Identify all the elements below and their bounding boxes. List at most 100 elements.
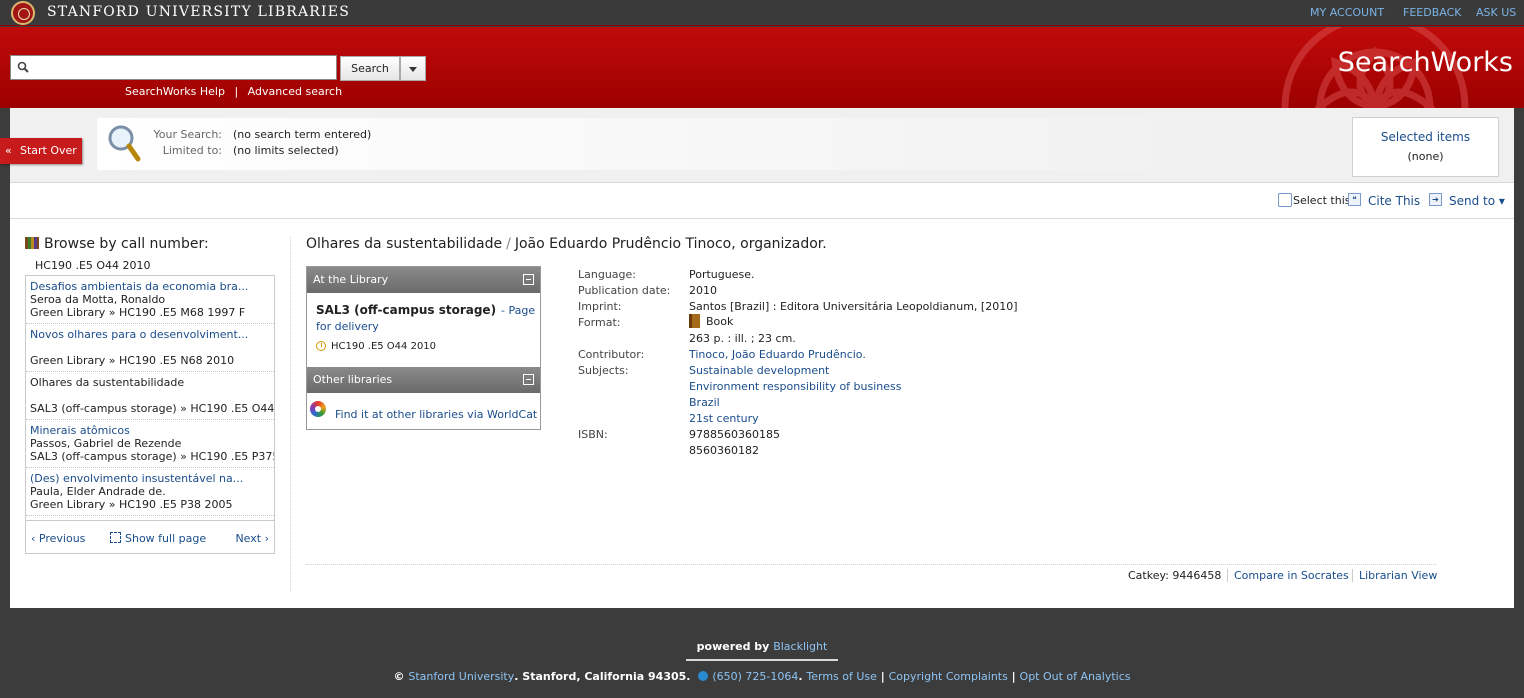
browse-item-title[interactable]: Desafios ambientais da economia bra... <box>30 280 274 293</box>
search-header: Search SearchWorks Help | Advanced searc… <box>0 27 1524 108</box>
at-library-heading: At the Library <box>313 273 389 286</box>
search-input[interactable] <box>10 55 337 80</box>
subject-link[interactable]: Brazil <box>689 396 720 409</box>
browse-item-title[interactable]: Novos olhares para o desenvolviment... <box>30 328 274 341</box>
browse-item[interactable]: (Des) envolvimento insustentável na... P… <box>26 468 274 516</box>
other-libraries-header[interactable]: Other libraries <box>307 367 540 393</box>
format-value: Book <box>689 314 733 328</box>
next-link[interactable]: Next › <box>235 532 269 545</box>
search-options-dropdown[interactable] <box>400 56 426 81</box>
stanford-libraries-brand[interactable]: STANFORD UNIVERSITY LIBRARIES <box>47 4 350 20</box>
pubdate-value: 2010 <box>689 284 717 297</box>
subject-link[interactable]: 21st century <box>689 412 759 425</box>
chevron-right-icon: › <box>261 532 269 545</box>
caret-down-icon: ▾ <box>1498 194 1505 208</box>
collapse-icon[interactable] <box>523 274 534 285</box>
advanced-search-link[interactable]: Advanced search <box>248 85 342 98</box>
show-full-page-label: Show full page <box>125 532 207 545</box>
browse-item-callnumber: SAL3 (off-campus storage) » HC190 .E5 P3… <box>30 450 274 463</box>
select-this-checkbox[interactable] <box>1278 193 1292 207</box>
worldcat-link[interactable]: Find it at other libraries via WorldCat <box>335 408 537 421</box>
ask-us-link[interactable]: ASK US <box>1476 6 1516 19</box>
browse-item[interactable]: Desafios ambientais da economia bra... S… <box>26 276 274 324</box>
browse-item-author: Passos, Gabriel de Rezende <box>30 437 182 450</box>
my-account-link[interactable]: MY ACCOUNT <box>1310 6 1384 19</box>
contributor-link[interactable]: Tinoco, João Eduardo Prudêncio. <box>689 348 866 361</box>
browse-item-title: Olhares da sustentabilidade <box>30 376 185 389</box>
select-this-label[interactable]: Select this <box>1293 194 1351 207</box>
browse-item-callnumber: Green Library » HC190 .E5 P38 2005 <box>30 498 233 511</box>
feedback-link[interactable]: FEEDBACK <box>1403 6 1461 19</box>
top-bar: STANFORD UNIVERSITY LIBRARIES MY ACCOUNT… <box>0 0 1524 26</box>
pubdate-label: Publication date: <box>578 284 671 297</box>
searchworks-help-link[interactable]: SearchWorks Help <box>125 85 225 98</box>
imprint-label: Imprint: <box>578 300 622 313</box>
main-content: « Start Over Your Search: (no search ter… <box>0 108 1514 608</box>
browse-list: Desafios ambientais da economia bra... S… <box>25 275 275 554</box>
isbn-label: ISBN: <box>578 428 608 441</box>
browse-item-current: Olhares da sustentabilidade SAL3 (off-ca… <box>26 372 274 420</box>
previous-link[interactable]: ‹ Previous <box>31 532 85 545</box>
browse-item-title[interactable]: (Des) envolvimento insustentável na... <box>30 472 274 485</box>
selected-items-box[interactable]: Selected items (none) <box>1352 117 1499 177</box>
title-separator: / <box>506 236 511 252</box>
column-divider <box>290 236 291 591</box>
browse-item[interactable]: Novos olhares para o desenvolviment... G… <box>26 324 274 372</box>
contributor-label: Contributor: <box>578 348 645 361</box>
cite-this-link[interactable]: Cite This <box>1368 194 1420 208</box>
physical-description: 263 p. : ill. ; 23 cm. <box>689 332 796 345</box>
browse-current-callnumber: HC190 .E5 O44 2010 <box>35 259 151 272</box>
terms-of-use-link[interactable]: Terms of Use <box>806 670 877 683</box>
searchworks-title[interactable]: SearchWorks <box>1338 47 1513 78</box>
site-footer: © Stanford University. Stanford, Califor… <box>393 670 1131 683</box>
start-over-button[interactable]: « Start Over <box>0 138 82 164</box>
imprint-value: Santos [Brazil] : Editora Universitária … <box>689 300 1018 313</box>
compare-in-socrates-link[interactable]: Compare in Socrates <box>1227 569 1349 582</box>
record-title: Olhares da sustentabilidade / João Eduardo… <box>306 236 827 252</box>
isbn-value: 9788560360185 <box>689 428 780 441</box>
subjects-label: Subjects: <box>578 364 629 377</box>
language-value: Portuguese. <box>689 268 755 281</box>
search-help-links: SearchWorks Help | Advanced search <box>125 85 342 98</box>
record-footer-divider <box>306 564 1436 565</box>
worldcat-icon <box>310 401 326 417</box>
librarian-view-link[interactable]: Librarian View <box>1352 569 1437 582</box>
help-link-separator: | <box>234 85 239 98</box>
selected-items-link[interactable]: Selected items <box>1353 130 1498 144</box>
phone-link[interactable]: (650) 725-1064 <box>712 670 798 683</box>
blacklight-link[interactable]: Blacklight <box>773 640 827 653</box>
search-icon <box>17 61 29 73</box>
powered-by: powered by Blacklight <box>686 640 838 661</box>
search-constraints: Your Search: (no search term entered) Li… <box>97 118 1257 170</box>
copyright-complaints-link[interactable]: Copyright Complaints <box>889 670 1008 683</box>
search-button[interactable]: Search <box>340 56 400 81</box>
send-to-dropdown[interactable]: Send to ▾ <box>1449 194 1505 208</box>
browse-item-callnumber: SAL3 (off-campus storage) » HC190 .E5 O4… <box>30 402 274 415</box>
limited-to-label: Limited to: <box>162 144 222 157</box>
isbn-value: 8560360182 <box>689 444 759 457</box>
browse-item-author: Seroa da Motta, Ronaldo <box>30 293 166 306</box>
chevron-left-icon: ‹ <box>31 532 39 545</box>
record-responsibility: João Eduardo Prudêncio Tinoco, organizad… <box>514 236 827 252</box>
stanford-university-link[interactable]: Stanford University <box>408 670 514 683</box>
browse-item-author <box>30 341 274 354</box>
collapse-icon[interactable] <box>523 374 534 385</box>
previous-label: Previous <box>38 532 86 545</box>
search-summary: « Start Over Your Search: (no search ter… <box>0 108 1514 183</box>
language-label: Language: <box>578 268 636 281</box>
copyright-symbol: © <box>393 670 405 683</box>
at-library-header[interactable]: At the Library <box>307 267 540 293</box>
record-title-main: Olhares da sustentabilidade <box>306 236 503 252</box>
opt-out-analytics-link[interactable]: Opt Out of Analytics <box>1020 670 1131 683</box>
subject-link[interactable]: Environment responsibility of business <box>689 380 902 393</box>
clock-icon <box>316 341 326 351</box>
powered-by-text: powered by <box>696 640 770 653</box>
phone-icon <box>698 671 709 681</box>
stanford-seal-logo <box>11 1 35 25</box>
limited-to-value: (no limits selected) <box>233 144 339 157</box>
subject-link[interactable]: Sustainable development <box>689 364 829 377</box>
books-icon <box>25 237 39 249</box>
browse-item[interactable]: Minerais atômicos Passos, Gabriel de Rez… <box>26 420 274 468</box>
browse-item-title[interactable]: Minerais atômicos <box>30 424 274 437</box>
show-full-page-link[interactable]: Show full page <box>110 532 206 545</box>
